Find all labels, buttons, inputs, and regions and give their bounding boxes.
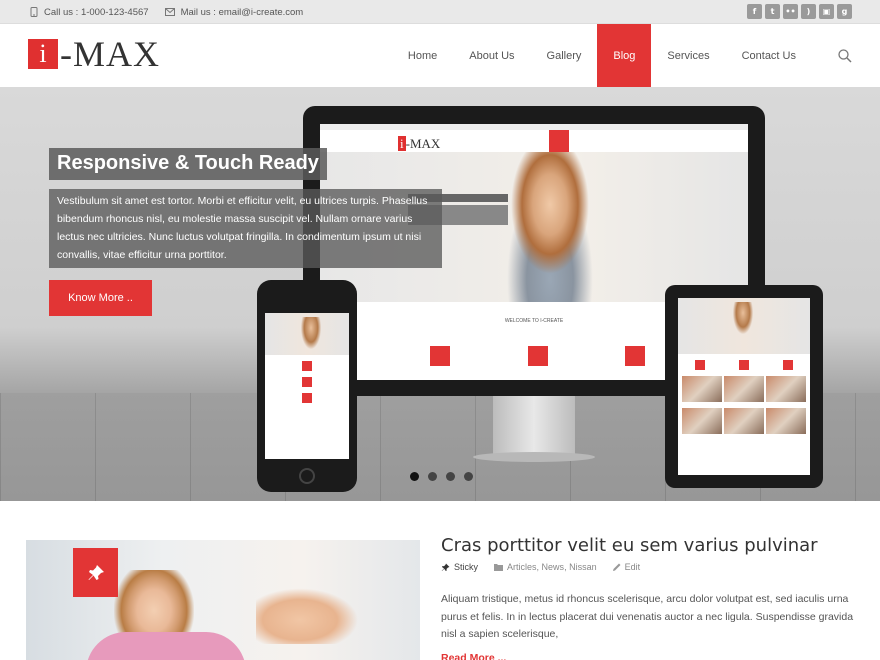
nav-services[interactable]: Services bbox=[651, 24, 725, 87]
tablet-mini-icons bbox=[678, 360, 810, 370]
tablet-thumb bbox=[766, 408, 806, 434]
slider-dot-2[interactable] bbox=[428, 472, 437, 481]
pushpin-icon bbox=[88, 564, 104, 580]
post-excerpt: Aliquam tristique, metus id rhoncus scel… bbox=[441, 593, 854, 640]
post-sticky-label: Sticky bbox=[441, 562, 478, 572]
google-plus-icon[interactable]: g bbox=[837, 4, 852, 19]
mini-power-icon bbox=[430, 346, 450, 366]
tablet-thumb bbox=[724, 376, 764, 402]
girl-legs-shape bbox=[256, 584, 366, 644]
phone-mini-girl bbox=[298, 317, 323, 353]
sticky-text: Sticky bbox=[454, 562, 479, 572]
search-button[interactable] bbox=[812, 24, 852, 87]
nav-blog[interactable]: Blog bbox=[597, 24, 652, 87]
slider-dots bbox=[410, 472, 473, 481]
post-categories: Articles, News, Nissan bbox=[494, 562, 597, 572]
edit-link[interactable]: Edit bbox=[625, 562, 641, 572]
mail-contact: Mail us : email@i-create.com bbox=[164, 6, 304, 18]
tablet-screen bbox=[678, 298, 810, 475]
phone-screen bbox=[265, 313, 349, 459]
hero-slider: i -MAX WELCOME TO I-CREATE Responsive & … bbox=[0, 87, 880, 501]
contact-info: Call us : 1-000-123-4567 Mail us : email… bbox=[30, 0, 319, 24]
phone-mini-icon-3 bbox=[302, 393, 312, 403]
mini-nav-active bbox=[549, 130, 569, 152]
facebook-icon[interactable]: f bbox=[747, 4, 762, 19]
mail-icon bbox=[164, 8, 175, 16]
tablet-thumb bbox=[724, 408, 764, 434]
pushpin-small-icon bbox=[441, 563, 450, 571]
instagram-icon[interactable]: ▣ bbox=[819, 4, 834, 19]
phone-mini-icon-2 bbox=[302, 377, 312, 387]
hero-text: Vestibulum sit amet est tortor. Morbi et… bbox=[49, 189, 442, 268]
twitter-icon[interactable]: t bbox=[765, 4, 780, 19]
rss-icon[interactable]: ) bbox=[801, 4, 816, 19]
nav-contact-us[interactable]: Contact Us bbox=[726, 24, 812, 87]
top-bar: Call us : 1-000-123-4567 Mail us : email… bbox=[0, 0, 880, 24]
sticky-badge bbox=[73, 548, 118, 597]
tablet-device-image bbox=[665, 285, 823, 488]
category-nissan[interactable]: Nissan bbox=[569, 562, 597, 572]
mini-logo-mark: i bbox=[398, 136, 406, 151]
mail-text: Mail us : email@i-create.com bbox=[180, 6, 304, 18]
social-links: f t •• ) ▣ g bbox=[747, 4, 852, 19]
mini-dropbox-icon bbox=[527, 346, 548, 366]
mini-header: i -MAX bbox=[320, 130, 748, 152]
tablet-icon-2 bbox=[739, 360, 749, 370]
hero-title: Responsive & Touch Ready bbox=[49, 148, 327, 180]
tablet-mini-gallery-2 bbox=[682, 408, 806, 434]
mini-logo-text: -MAX bbox=[405, 136, 441, 151]
site-logo[interactable]: i -MAX bbox=[28, 34, 160, 74]
mini-logo: i -MAX bbox=[398, 136, 440, 152]
monitor-stand bbox=[493, 396, 575, 454]
phone-icon bbox=[30, 7, 38, 17]
main-nav: Home About Us Gallery Blog Services Cont… bbox=[392, 24, 852, 87]
search-icon bbox=[838, 48, 852, 63]
mini-mobile-icon bbox=[625, 346, 645, 366]
phone-home-button bbox=[299, 468, 315, 484]
category-news[interactable]: News bbox=[542, 562, 565, 572]
phone-mini-icon bbox=[302, 361, 312, 371]
tablet-mini-gallery bbox=[682, 376, 806, 402]
tablet-thumb bbox=[682, 376, 722, 402]
folder-icon bbox=[494, 564, 504, 571]
slider-dot-1[interactable] bbox=[410, 472, 419, 481]
logo-mark: i bbox=[28, 39, 58, 69]
logo-text: -MAX bbox=[60, 34, 160, 74]
girl-body-shape bbox=[86, 632, 246, 660]
flickr-icon[interactable]: •• bbox=[783, 4, 798, 19]
post-meta: Sticky Articles, News, Nissan Edit bbox=[441, 562, 656, 572]
phone-text: Call us : 1-000-123-4567 bbox=[44, 6, 149, 18]
mini-girl-photo bbox=[495, 152, 605, 302]
post-title[interactable]: Cras porttitor velit eu sem varius pulvi… bbox=[441, 535, 818, 556]
nav-home[interactable]: Home bbox=[392, 24, 453, 87]
tablet-icon-3 bbox=[783, 360, 793, 370]
slider-dot-3[interactable] bbox=[446, 472, 455, 481]
site-header: i -MAX Home About Us Gallery Blog Servic… bbox=[0, 24, 880, 87]
tablet-mini-girl bbox=[730, 302, 755, 338]
pencil-icon bbox=[612, 563, 621, 571]
read-more-link[interactable]: Read More ... bbox=[441, 652, 506, 660]
phone-contact: Call us : 1-000-123-4567 bbox=[30, 7, 149, 18]
post-edit[interactable]: Edit bbox=[612, 562, 641, 572]
phone-device-image bbox=[257, 280, 357, 492]
tablet-thumb bbox=[766, 376, 806, 402]
nav-about-us[interactable]: About Us bbox=[453, 24, 530, 87]
mini-service-icons bbox=[430, 346, 645, 366]
tablet-icon-1 bbox=[695, 360, 705, 370]
nav-gallery[interactable]: Gallery bbox=[531, 24, 598, 87]
tablet-thumb bbox=[682, 408, 722, 434]
monitor-base bbox=[473, 452, 595, 462]
know-more-button[interactable]: Know More .. bbox=[49, 280, 152, 316]
tablet-mini-hero bbox=[678, 298, 810, 354]
slider-dot-4[interactable] bbox=[464, 472, 473, 481]
phone-mini-hero bbox=[265, 313, 349, 355]
category-articles[interactable]: Articles bbox=[507, 562, 537, 572]
